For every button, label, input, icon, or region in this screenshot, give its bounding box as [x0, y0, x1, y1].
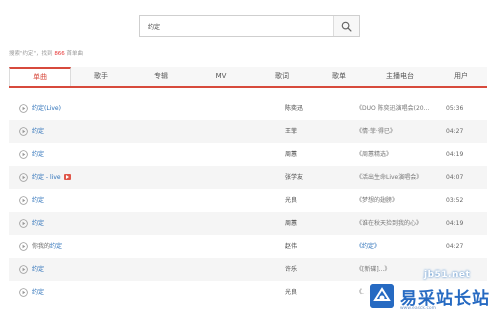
song-album[interactable]: 《DUO 陈奕迅演唱会(20... — [356, 97, 448, 120]
summary-prefix: 搜索"约定"，找到 — [9, 51, 55, 57]
song-row[interactable]: 约定 周蕙 《周蕙精选》 04:19 — [9, 143, 487, 166]
song-row[interactable]: 约定 王菲 《情·菲·得已》 04:27 — [9, 120, 487, 143]
watermark-url: jb51.net — [424, 270, 471, 280]
play-icon[interactable] — [19, 127, 28, 136]
song-row[interactable]: 你我的约定 赵伟 《约定》 04:27 — [9, 235, 487, 258]
song-album[interactable]: 《梦想的翅膀》 — [356, 189, 448, 212]
song-title[interactable]: 约定(Live) — [32, 97, 61, 120]
mv-icon[interactable] — [63, 174, 71, 180]
song-duration: 04:27 — [446, 128, 464, 135]
song-row[interactable]: 约定(Live) 陈奕迅 《DUO 陈奕迅演唱会(20... 05:36 — [9, 97, 487, 120]
tab-lyrics[interactable]: 歌词 — [251, 67, 313, 86]
song-album[interactable]: 《约定》 — [356, 235, 448, 258]
play-icon[interactable] — [19, 150, 28, 159]
song-title[interactable]: 约定 — [50, 243, 62, 250]
song-album[interactable]: 《谁在秋天捡到我的心》 — [356, 212, 448, 235]
song-album[interactable]: 《周蕙精选》 — [356, 143, 448, 166]
song-title[interactable]: 约定 — [32, 281, 44, 304]
tab-songs[interactable]: 单曲 — [9, 67, 71, 86]
tab-radio[interactable]: 主播电台 — [365, 67, 435, 86]
song-singer[interactable]: 许乐 — [285, 258, 297, 281]
song-title[interactable]: 约定 — [32, 189, 44, 212]
song-title-cell: 约定 - live — [32, 166, 71, 189]
song-duration: 04:19 — [446, 220, 464, 227]
song-album[interactable]: 《活出生命Live演唱会》 — [356, 166, 448, 189]
result-tabs: 单曲 歌手 专辑 MV 歌词 歌单 主播电台 用户 — [9, 67, 487, 88]
song-title[interactable]: 约定 — [32, 120, 44, 143]
play-icon[interactable] — [19, 265, 28, 274]
song-duration: 05:36 — [446, 105, 464, 112]
song-duration: 04:27 — [446, 243, 464, 250]
song-duration: 04:07 — [446, 174, 464, 181]
tab-playlists[interactable]: 歌单 — [313, 67, 365, 86]
play-icon[interactable] — [19, 219, 28, 228]
search-button[interactable] — [333, 16, 359, 36]
search-summary: 搜索"约定"，找到 866 首单曲 — [9, 49, 83, 57]
song-singer[interactable]: 周蕙 — [285, 143, 297, 166]
play-icon[interactable] — [19, 173, 28, 182]
song-title[interactable]: 约定 — [32, 258, 44, 281]
song-title-cell: 你我的约定 — [32, 235, 62, 258]
song-title[interactable]: 约定 - live — [32, 174, 61, 181]
song-singer[interactable]: 光良 — [285, 281, 297, 304]
song-singer[interactable]: 王菲 — [285, 120, 297, 143]
song-row[interactable]: 约定 周蕙 《谁在秋天捡到我的心》 04:19 — [9, 212, 487, 235]
song-title[interactable]: 约定 — [32, 143, 44, 166]
song-title[interactable]: 约定 — [32, 212, 44, 235]
play-icon[interactable] — [19, 196, 28, 205]
song-singer[interactable]: 陈奕迅 — [285, 97, 303, 120]
song-row[interactable]: 约定 光良 《梦想的翅膀》 03:52 — [9, 189, 487, 212]
watermark-subtitle: www.easck.com — [400, 306, 437, 311]
tab-mv[interactable]: MV — [191, 67, 251, 86]
site-logo-icon — [370, 284, 394, 308]
song-row[interactable]: 约定 许乐 《[新碟]...》 — [9, 258, 487, 281]
search-box — [139, 15, 360, 37]
song-album[interactable]: 《情·菲·得已》 — [356, 120, 448, 143]
song-duration: 04:19 — [446, 151, 464, 158]
search-input[interactable] — [140, 16, 333, 36]
tab-users[interactable]: 用户 — [435, 67, 487, 86]
search-icon — [341, 21, 352, 32]
tab-albums[interactable]: 专辑 — [131, 67, 191, 86]
song-singer[interactable]: 光良 — [285, 189, 297, 212]
watermark: 易采站长站 www.easck.com — [364, 282, 500, 314]
song-title-prefix[interactable]: 你我的 — [32, 243, 50, 250]
tab-singers[interactable]: 歌手 — [71, 67, 131, 86]
song-duration: 03:52 — [446, 197, 464, 204]
song-singer[interactable]: 赵伟 — [285, 235, 297, 258]
song-singer[interactable]: 张学友 — [285, 166, 303, 189]
play-icon[interactable] — [19, 104, 28, 113]
result-count: 866 — [54, 51, 65, 57]
play-icon[interactable] — [19, 288, 28, 297]
summary-suffix: 首单曲 — [64, 51, 84, 57]
song-singer[interactable]: 周蕙 — [285, 212, 297, 235]
play-icon[interactable] — [19, 242, 28, 251]
song-row[interactable]: 约定 - live 张学友 《活出生命Live演唱会》 04:07 — [9, 166, 487, 189]
